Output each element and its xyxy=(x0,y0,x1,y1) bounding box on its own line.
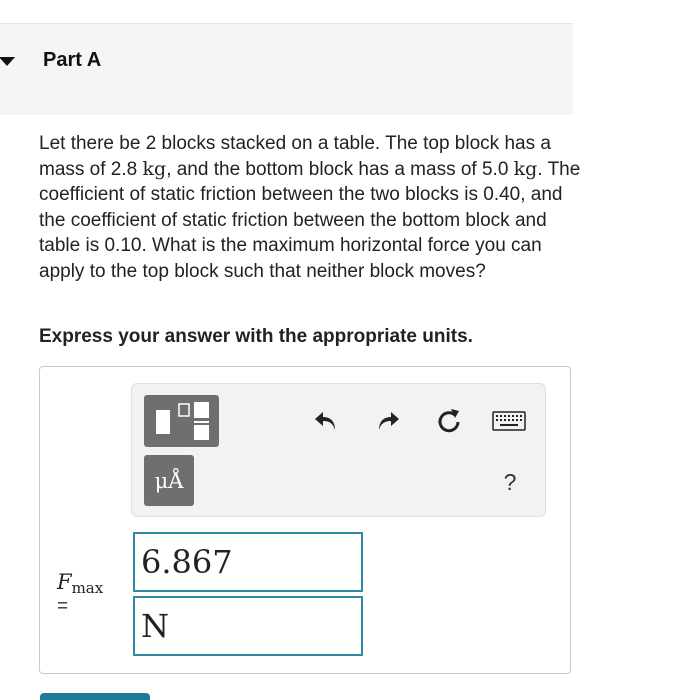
reset-button[interactable] xyxy=(432,404,466,438)
undo-icon xyxy=(315,412,335,430)
answer-units-field[interactable]: N xyxy=(133,596,363,656)
keyboard-button[interactable] xyxy=(490,404,528,438)
unit-kg: kg xyxy=(142,157,167,180)
help-button[interactable]: ? xyxy=(497,467,523,497)
caret-down-icon[interactable] xyxy=(0,57,15,66)
variable-subscript: max xyxy=(71,579,104,597)
unit-kg: kg xyxy=(513,157,538,180)
submit-button[interactable] xyxy=(40,693,150,700)
redo-icon xyxy=(379,412,399,430)
templates-button[interactable] xyxy=(144,395,219,447)
reset-icon xyxy=(438,409,460,433)
redo-button[interactable] xyxy=(371,404,405,438)
part-title[interactable]: Part A xyxy=(43,49,101,72)
equals-sign: = xyxy=(57,596,69,617)
keyboard-icon xyxy=(492,411,526,431)
variable-symbol: F xyxy=(57,570,72,594)
answer-value-field[interactable]: 6.867 xyxy=(133,532,363,592)
templates-icon xyxy=(155,402,209,440)
units-button[interactable]: μÅ xyxy=(144,455,194,506)
answer-instruction: Express your answer with the appropriate… xyxy=(39,326,473,347)
answer-variable-label: Fmax xyxy=(57,570,103,597)
units-button-label: μÅ xyxy=(154,468,184,493)
undo-button[interactable] xyxy=(309,404,343,438)
question-text-2: , and the bottom block has a mass of 5.0 xyxy=(166,158,514,180)
question-text: Let there be 2 blocks stacked on a table… xyxy=(39,131,584,285)
